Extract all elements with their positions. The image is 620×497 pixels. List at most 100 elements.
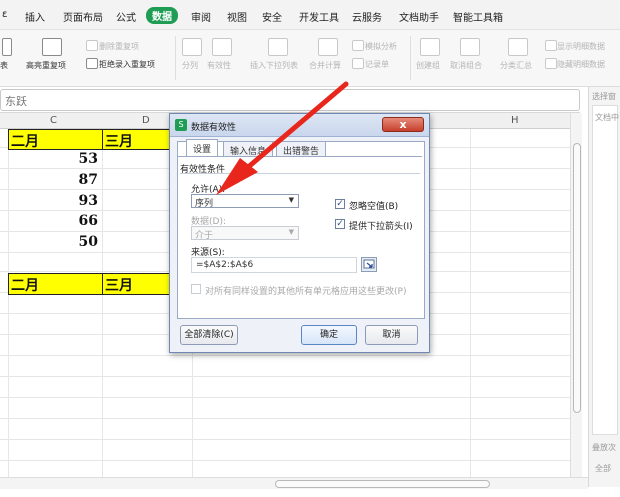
hide-detail-button[interactable]: 隐藏明细数据: [557, 59, 605, 70]
ok-button[interactable]: 确定: [301, 325, 357, 345]
highlight-duplicates-icon[interactable]: [42, 38, 62, 56]
menu-insert[interactable]: 插入: [25, 9, 45, 24]
range-select-button[interactable]: [361, 257, 377, 272]
column-header-d[interactable]: D: [142, 115, 150, 126]
formula-input[interactable]: 东跃: [0, 89, 580, 111]
menu-security[interactable]: 安全: [262, 9, 282, 24]
column-header-h[interactable]: H: [511, 115, 519, 126]
chevron-down-icon: ▼: [288, 228, 294, 236]
cell-value[interactable]: 66: [48, 213, 98, 229]
menu-smart-tools[interactable]: 智能工具箱: [453, 9, 503, 24]
split-columns-icon: [182, 38, 202, 56]
menu-formula[interactable]: 公式: [116, 9, 136, 24]
header-cell-feb[interactable]: 二月: [8, 129, 105, 150]
tab-input-message[interactable]: 输入信息: [223, 141, 274, 157]
cancel-button[interactable]: 取消: [365, 325, 418, 345]
task-pane: 选择窗 文档中 叠放次 全部: [588, 87, 620, 487]
horizontal-scrollbar[interactable]: [0, 477, 588, 489]
simulate-icon: [352, 40, 364, 51]
highlight-duplicates-button[interactable]: 高亮重复项: [26, 60, 66, 71]
grid-line: [0, 376, 570, 377]
cell-value[interactable]: 87: [48, 172, 98, 188]
menu-page-layout[interactable]: 页面布局: [63, 9, 103, 24]
menu-cloud[interactable]: 云服务: [352, 9, 382, 24]
partial-label: 表: [0, 61, 8, 70]
insert-dropdown-icon: [268, 38, 288, 56]
section-divider: [180, 173, 420, 174]
menu-doc-assistant[interactable]: 文档助手: [399, 9, 439, 24]
horizontal-scroll-thumb[interactable]: [275, 480, 490, 488]
grid-line: [8, 129, 9, 477]
apply-all-checkbox[interactable]: [191, 284, 201, 294]
tab-strip-line: [178, 156, 422, 157]
ribbon-divider: [410, 36, 411, 80]
hide-detail-icon: [545, 58, 557, 69]
task-pane-order-label: 叠放次: [592, 443, 616, 452]
menu-partial: ε: [2, 9, 8, 20]
remove-duplicates-button[interactable]: 删除重复项: [99, 41, 139, 52]
vertical-scroll-thumb[interactable]: [573, 143, 581, 413]
remove-duplicates-icon: [86, 40, 98, 51]
grid-line: [470, 129, 471, 477]
apply-all-label: 对所有同样设置的其他所有单元格应用这些更改(P): [205, 287, 407, 297]
menu-developer[interactable]: 开发工具: [299, 9, 339, 24]
merge-calc-button[interactable]: 合并计算: [309, 60, 341, 71]
ribbon-divider: [175, 36, 176, 80]
menu-bar: ε 插入 页面布局 公式 数据 审阅 视图 安全 开发工具 云服务 文档助手 智…: [0, 0, 620, 30]
allow-select-value: 序列: [195, 199, 214, 209]
header-cell-mar-2[interactable]: 三月: [102, 273, 174, 295]
ribbon-toolbar: 表 高亮重复项 删除重复项 拒绝录入重复项 分列 有效性 插入下拉列表 合并计算…: [0, 30, 620, 87]
dropdown-arrow-checkbox[interactable]: ✓: [335, 219, 345, 229]
formula-bar: 东跃: [0, 87, 580, 113]
dialog-titlebar[interactable]: S 数据有效性 x: [170, 114, 429, 137]
ignore-blank-checkbox[interactable]: ✓: [335, 199, 345, 209]
chevron-down-icon: ▼: [288, 196, 294, 204]
grid-line: [0, 355, 570, 356]
header-cell-feb-2[interactable]: 二月: [8, 273, 105, 295]
tab-error-alert[interactable]: 出错警告: [276, 141, 327, 157]
create-group-button[interactable]: 创建组: [416, 60, 440, 71]
close-button[interactable]: x: [382, 117, 424, 132]
cell-value[interactable]: 93: [48, 193, 98, 209]
vertical-scrollbar[interactable]: [570, 113, 582, 477]
header-cell-feb-text: 二月: [11, 134, 39, 150]
source-input-value: =$A$2:$A$6: [196, 260, 254, 270]
reject-duplicates-button[interactable]: 拒绝录入重复项: [99, 59, 155, 70]
record-form-button[interactable]: 记录单: [365, 59, 389, 70]
show-detail-icon: [545, 40, 557, 51]
header-cell-mar[interactable]: 三月: [102, 129, 174, 150]
subtotal-button[interactable]: 分类汇总: [500, 60, 532, 71]
task-pane-doc-label: 文档中: [595, 113, 619, 122]
ignore-blank-label: 忽略空值(B): [349, 202, 399, 212]
task-pane-all-button[interactable]: 全部: [595, 463, 611, 474]
header-cell-mar-text: 三月: [105, 134, 133, 150]
task-pane-title: 选择窗: [592, 92, 616, 101]
menu-data[interactable]: 数据: [146, 7, 178, 24]
record-form-icon: [352, 58, 364, 69]
validity-button[interactable]: 有效性: [207, 60, 231, 71]
column-header-c[interactable]: C: [50, 115, 57, 126]
create-group-icon: [420, 38, 440, 56]
dialog-title: 数据有效性: [191, 123, 237, 133]
menu-view[interactable]: 视图: [227, 9, 247, 24]
split-columns-button[interactable]: 分列: [182, 60, 198, 71]
cell-value[interactable]: 50: [48, 234, 98, 250]
tab-settings[interactable]: 设置: [186, 139, 219, 157]
clear-all-button[interactable]: 全部清除(C): [180, 325, 238, 345]
show-detail-button[interactable]: 显示明细数据: [557, 41, 605, 52]
simulate-button[interactable]: 模拟分析: [365, 41, 397, 52]
validity-icon: [212, 38, 232, 56]
task-pane-list[interactable]: 文档中: [592, 105, 619, 435]
allow-select[interactable]: 序列 ▼: [191, 194, 299, 209]
menu-review[interactable]: 审阅: [191, 9, 211, 24]
grid-line: [102, 129, 103, 477]
grid-line: [0, 460, 570, 461]
merge-calc-icon: [318, 38, 338, 56]
ungroup-button[interactable]: 取消组合: [450, 60, 482, 71]
header-cell-feb-2-text: 二月: [11, 278, 39, 294]
partial-icon: [2, 38, 12, 56]
cell-value[interactable]: 53: [48, 151, 98, 167]
data-select: 介于 ▼: [191, 226, 299, 241]
insert-dropdown-button[interactable]: 插入下拉列表: [250, 60, 298, 71]
source-input[interactable]: =$A$2:$A$6: [191, 257, 357, 273]
